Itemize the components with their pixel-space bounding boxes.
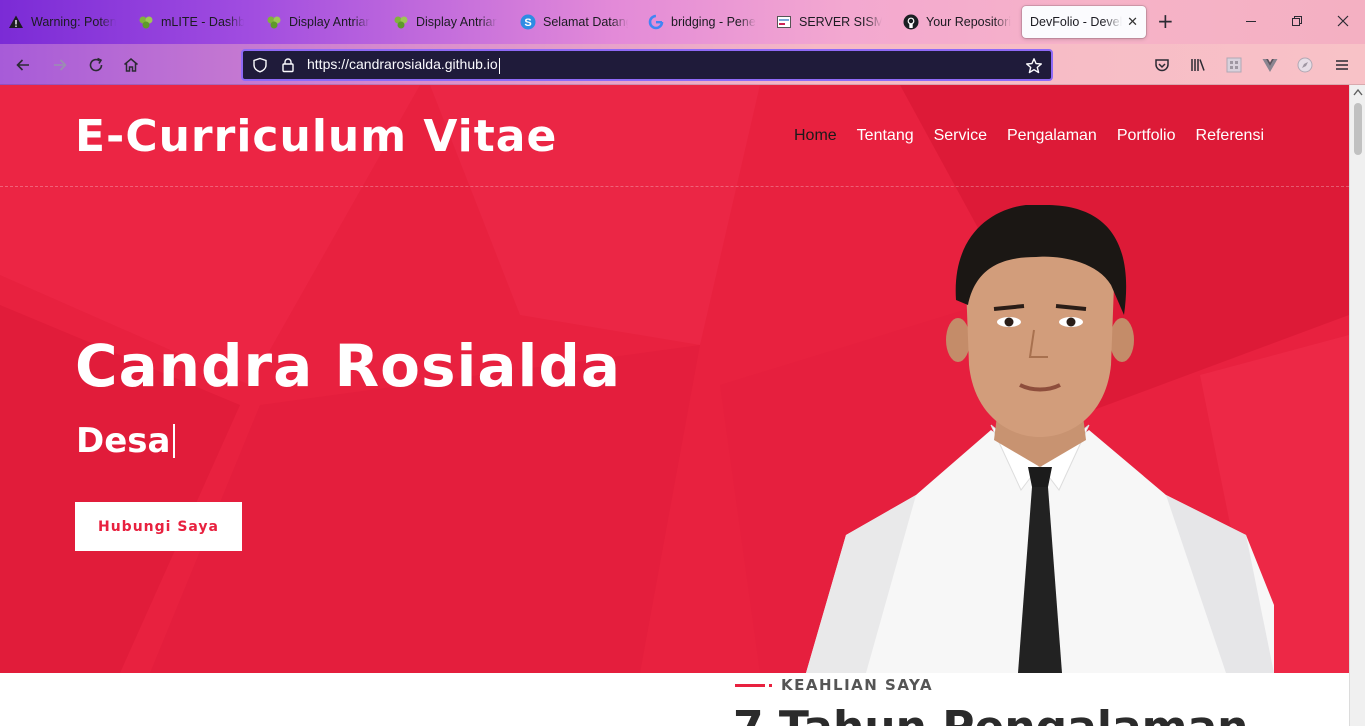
page-viewport: E-Curriculum Vitae Home Tentang Service …: [0, 85, 1349, 726]
site-header: E-Curriculum Vitae Home Tentang Service …: [0, 85, 1349, 187]
google-icon: [648, 14, 664, 30]
hero-typed-role: Desa: [76, 421, 176, 461]
nav-service[interactable]: Service: [934, 127, 987, 145]
mlite-icon: [393, 14, 409, 30]
nav-referensi[interactable]: Referensi: [1196, 127, 1264, 145]
tab-github-repositories[interactable]: Your Repositories: [903, 6, 1011, 38]
skills-heading: 7 Tahun Pengalaman: [733, 702, 1249, 726]
home-icon[interactable]: [118, 52, 144, 78]
mlite-icon: [266, 14, 282, 30]
reload-icon[interactable]: [83, 52, 109, 78]
mlite-icon: [138, 14, 154, 30]
url-input[interactable]: https://candrarosialda.github.io: [307, 56, 987, 74]
menu-hamburger-icon[interactable]: [1329, 52, 1355, 78]
navigation-toolbar: https://candrarosialda.github.io: [0, 44, 1365, 85]
profile-portrait: [806, 205, 1274, 673]
tab-label: Display Antrian Loket: [416, 15, 497, 29]
tab-devfolio[interactable]: DevFolio - Developer ✕: [1022, 6, 1146, 38]
nav-home[interactable]: Home: [794, 127, 837, 145]
vue-devtools-icon[interactable]: [1257, 52, 1283, 78]
hero-section: E-Curriculum Vitae Home Tentang Service …: [0, 85, 1349, 673]
lock-icon[interactable]: [279, 56, 297, 74]
compass-icon[interactable]: [1292, 52, 1318, 78]
pocket-icon[interactable]: [1149, 52, 1175, 78]
tab-label: bridging - Penelusuran Google: [671, 15, 756, 29]
page-scrollbar[interactable]: [1349, 85, 1365, 726]
url-text: https://candrarosialda.github.io: [307, 56, 498, 73]
bookmark-star-icon[interactable]: [1025, 57, 1043, 79]
hero-name: Candra Rosialda: [75, 332, 622, 400]
restore-icon[interactable]: [1286, 10, 1308, 32]
tab-label: Display Antrian Poli: [289, 15, 370, 29]
tab-label: SERVER SISMADAK: [799, 15, 882, 29]
svg-text:S: S: [524, 17, 531, 29]
address-bar[interactable]: https://candrarosialda.github.io: [241, 49, 1053, 81]
scrollbar-thumb[interactable]: [1354, 103, 1362, 155]
tab-strip: Warning: Potential Security Risk Ahead m…: [0, 0, 1365, 44]
tab-label: mLITE - Dashboard: [161, 15, 244, 29]
tab-selamat-datang[interactable]: S Selamat Datang: [520, 6, 628, 38]
scroll-up-arrow-icon[interactable]: [1353, 88, 1363, 96]
new-tab-icon[interactable]: +: [1157, 11, 1174, 31]
extension-grid-icon[interactable]: [1221, 52, 1247, 78]
back-icon[interactable]: [10, 52, 36, 78]
nav-tentang[interactable]: Tentang: [857, 127, 914, 145]
typing-cursor: [173, 424, 176, 458]
warning-icon: [8, 14, 24, 30]
tab-display-antrian-1[interactable]: Display Antrian Poli: [266, 6, 370, 38]
accent-dot: [769, 683, 772, 687]
tab-label: Warning: Potential Security Risk Ahead: [31, 15, 116, 29]
github-icon: [903, 14, 919, 30]
tab-security-warning[interactable]: Warning: Potential Security Risk Ahead: [8, 6, 116, 38]
hero-role-text: Desa: [76, 421, 171, 461]
accent-line: [735, 683, 765, 687]
tab-label: DevFolio - Developer: [1030, 15, 1122, 29]
text-cursor: [498, 57, 500, 74]
skills-eyebrow: KEAHLIAN SAYA: [735, 676, 933, 694]
contact-button[interactable]: Hubungi Saya: [75, 502, 242, 551]
tab-mlite-dashboard[interactable]: mLITE - Dashboard: [138, 6, 244, 38]
site-nav: Home Tentang Service Pengalaman Portfoli…: [794, 127, 1264, 145]
server-icon: [776, 14, 792, 30]
s-logo-icon: S: [520, 14, 536, 30]
minimize-icon[interactable]: [1240, 10, 1262, 32]
forward-icon[interactable]: [47, 52, 73, 78]
tab-label: Your Repositories: [926, 15, 1011, 29]
close-window-icon[interactable]: [1332, 10, 1354, 32]
tab-label: Selamat Datang: [543, 15, 628, 29]
skills-eyebrow-text: KEAHLIAN SAYA: [781, 676, 934, 694]
nav-pengalaman[interactable]: Pengalaman: [1007, 127, 1097, 145]
site-brand[interactable]: E-Curriculum Vitae: [75, 111, 557, 162]
tab-display-antrian-2[interactable]: Display Antrian Loket: [393, 6, 497, 38]
library-icon[interactable]: [1185, 52, 1211, 78]
tab-google-search[interactable]: bridging - Penelusuran Google: [648, 6, 756, 38]
close-tab-icon[interactable]: ✕: [1127, 15, 1138, 30]
tab-server-sismadak[interactable]: SERVER SISMADAK: [776, 6, 882, 38]
shield-icon[interactable]: [251, 56, 269, 74]
nav-portfolio[interactable]: Portfolio: [1117, 127, 1176, 145]
